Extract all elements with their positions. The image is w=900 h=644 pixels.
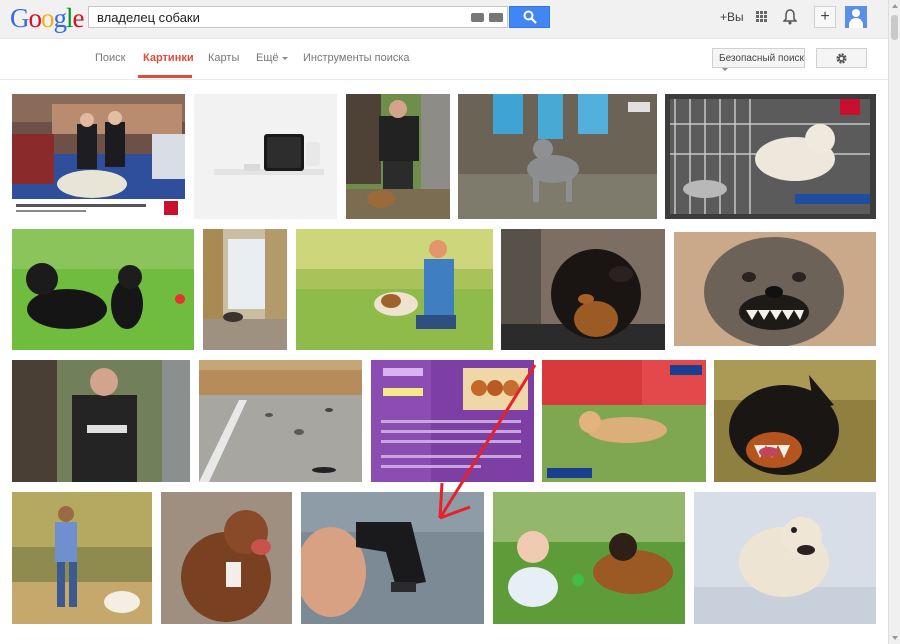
chevron-down-icon (722, 67, 728, 71)
image-result-12[interactable] (199, 360, 362, 482)
scrollbar[interactable] (888, 0, 900, 644)
image-result-15[interactable] (714, 360, 876, 482)
camera-icon[interactable] (471, 13, 484, 22)
keyboard-icon[interactable] (489, 13, 503, 22)
plus-you-link[interactable]: +Вы (720, 10, 744, 24)
scrollbar-thumb[interactable] (891, 15, 898, 40)
image-result-17[interactable] (161, 492, 292, 624)
image-result-11[interactable] (12, 360, 190, 482)
tab-search-tools[interactable]: Инструменты поиска (303, 52, 410, 64)
chevron-down-icon (281, 56, 288, 60)
tab-more[interactable]: Ещё (256, 52, 288, 64)
search-query[interactable]: владелец собаки (97, 10, 200, 25)
image-result-4[interactable] (458, 94, 657, 219)
logo-letter: o (41, 3, 54, 33)
logo-letter: g (53, 3, 67, 33)
image-result-10[interactable] (674, 232, 876, 346)
google-logo[interactable]: Google (10, 3, 84, 34)
image-result-9[interactable] (501, 229, 665, 350)
gear-icon (836, 53, 847, 64)
scroll-up-icon[interactable] (892, 4, 898, 8)
tab-images[interactable]: Картинки (143, 52, 194, 64)
settings-button[interactable] (816, 48, 867, 68)
tab-search[interactable]: Поиск (95, 52, 125, 64)
image-result-8[interactable] (296, 229, 493, 350)
logo-letter: e (72, 3, 85, 33)
image-result-6[interactable] (12, 229, 194, 350)
image-result-20[interactable] (694, 492, 876, 624)
image-result-16[interactable] (12, 492, 152, 624)
apps-grid-icon[interactable] (756, 11, 768, 23)
tab-more-label: Ещё (256, 52, 279, 64)
search-input[interactable]: владелец собаки (88, 6, 508, 28)
scroll-down-icon[interactable] (892, 636, 898, 640)
image-result-13[interactable] (371, 360, 534, 482)
search-button[interactable] (509, 6, 550, 28)
logo-letter: o (28, 3, 42, 33)
notifications-bell-icon[interactable] (783, 9, 797, 25)
image-result-3[interactable] (346, 94, 450, 219)
safe-search-dropdown[interactable]: Безопасный поиск (712, 48, 805, 71)
top-bar: Google владелец собаки +Вы + (0, 0, 888, 39)
safe-search-label: Безопасный поиск (719, 53, 804, 64)
image-result-1[interactable] (12, 94, 185, 219)
tab-maps[interactable]: Карты (208, 52, 239, 64)
logo-letter: G (10, 3, 29, 33)
image-result-18[interactable] (301, 492, 484, 624)
avatar[interactable] (845, 6, 867, 28)
image-result-5[interactable] (665, 94, 876, 219)
active-tab-indicator (138, 75, 192, 78)
image-result-7[interactable] (203, 229, 287, 350)
image-result-2[interactable] (194, 94, 337, 219)
search-icon (523, 10, 537, 24)
image-result-19[interactable] (493, 492, 685, 624)
image-result-14[interactable] (542, 360, 706, 482)
share-plus-button[interactable]: + (814, 6, 836, 28)
